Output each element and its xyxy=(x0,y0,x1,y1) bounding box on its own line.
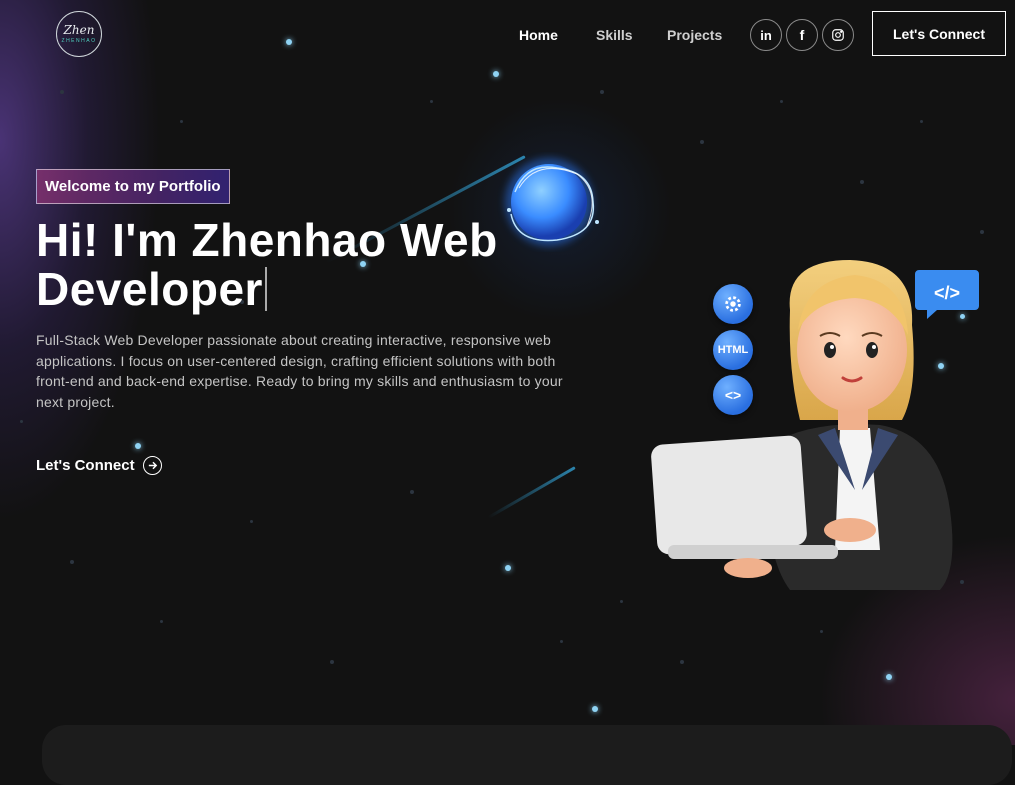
star xyxy=(493,71,499,77)
star xyxy=(886,674,892,680)
star xyxy=(430,100,433,103)
nav-link-projects[interactable]: Projects xyxy=(667,27,722,43)
shooting-star xyxy=(487,466,576,519)
star xyxy=(680,660,684,664)
hero-cta-label: Let's Connect xyxy=(36,457,135,474)
facebook-button[interactable]: f xyxy=(786,19,818,51)
nav-link-skills[interactable]: Skills xyxy=(596,27,633,43)
hero-description: Full-Stack Web Developer passionate abou… xyxy=(36,332,563,410)
instagram-icon xyxy=(832,29,844,41)
star xyxy=(330,660,334,664)
logo-subtext: ZHENHAO xyxy=(61,38,97,44)
next-section-card xyxy=(42,725,1012,785)
instagram-button[interactable] xyxy=(822,19,854,51)
star xyxy=(20,420,23,423)
star xyxy=(780,100,783,103)
star xyxy=(135,443,141,449)
star xyxy=(920,120,923,123)
star xyxy=(592,706,598,712)
star xyxy=(180,120,183,123)
logo-script-text: Zhen xyxy=(63,23,95,37)
nav-lets-connect-button[interactable]: Let's Connect xyxy=(872,11,1006,56)
linkedin-icon: in xyxy=(760,27,772,43)
star xyxy=(160,620,163,623)
star xyxy=(70,560,74,564)
glowing-planet-icon xyxy=(505,158,599,246)
star xyxy=(250,520,253,523)
hero-lets-connect-button[interactable]: Let's Connect xyxy=(36,456,162,475)
star xyxy=(620,600,623,603)
star xyxy=(600,90,604,94)
top-navbar: Zhen ZHENHAO Home Skills Projects in f L… xyxy=(0,0,1015,70)
nav-link-home[interactable]: Home xyxy=(519,27,558,43)
developer-avatar-illustration xyxy=(651,260,953,590)
star xyxy=(60,90,64,94)
star xyxy=(560,640,563,643)
star xyxy=(700,140,704,144)
star xyxy=(410,490,414,494)
welcome-tagline: Welcome to my Portfolio xyxy=(36,169,230,204)
facebook-icon: f xyxy=(799,27,805,43)
star xyxy=(505,565,511,571)
star xyxy=(860,180,864,184)
typing-cursor xyxy=(264,267,267,311)
star xyxy=(820,630,823,633)
star xyxy=(980,230,984,234)
site-logo[interactable]: Zhen ZHENHAO xyxy=(56,11,102,57)
linkedin-button[interactable]: in xyxy=(750,19,782,51)
arrow-right-circle-icon xyxy=(142,456,162,475)
